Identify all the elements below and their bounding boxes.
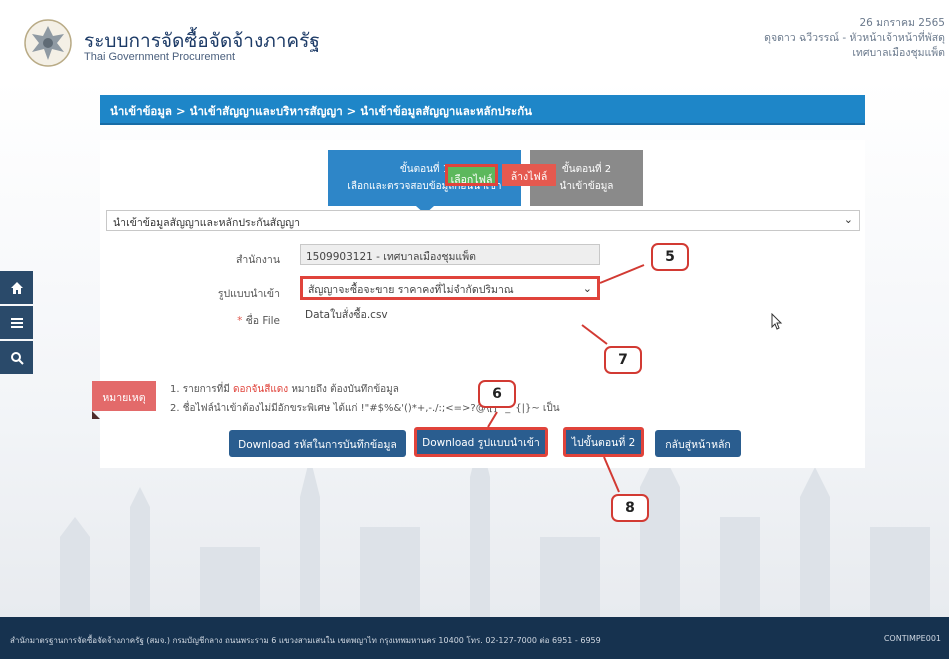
user-info: 26 มกราคม 2565 ดุจดาว ฉวีวรรณ์ - หัวหน้า…	[764, 16, 945, 61]
import-type-select[interactable]: นำเข้าข้อมูลสัญญาและหลักประกันสัญญา ⌄	[106, 210, 860, 231]
required-marker: *	[237, 315, 243, 327]
format-label: รูปแบบนำเข้า	[217, 288, 280, 300]
garuda-logo	[24, 19, 72, 67]
format-value: สัญญาจะซื้อจะขาย ราคาคงที่ไม่จำกัดปริมาณ	[308, 284, 514, 296]
footer: สำนักมาตรฐานการจัดซื้อจัดจ้างภาครัฐ (สมจ…	[0, 617, 949, 659]
file-name-value: Dataใบสั่งซื้อ.csv	[305, 309, 388, 321]
current-date: 26 มกราคม 2565	[859, 17, 945, 29]
callout-6: 6	[478, 380, 516, 408]
callout-8: 8	[611, 494, 649, 522]
note-line-1-red: ดอกจันสีแดง	[232, 384, 289, 395]
download-codes-button[interactable]: Download รหัสในการบันทึกข้อมูล	[229, 430, 406, 457]
download-template-button[interactable]: Download รูปแบบนำเข้า	[414, 427, 548, 457]
file-name-field[interactable]: Dataใบสั่งซื้อ.csv	[300, 303, 545, 327]
header: ระบบการจัดซื้อจัดจ้างภาครัฐ Thai Governm…	[0, 0, 949, 78]
breadcrumb: นำเข้าข้อมูล > นำเข้าสัญญาและบริหารสัญญา…	[100, 95, 865, 125]
note-line-1-suffix: หมายถึง ต้องบันทึกข้อมูล	[288, 384, 399, 395]
menu-nav-button[interactable]	[0, 306, 33, 339]
system-subtitle: Thai Government Procurement	[84, 51, 236, 63]
office-field: 1509903121 - เทศบาลเมืองชุมแพ็ต	[300, 244, 600, 265]
callout-7: 7	[604, 346, 642, 374]
search-icon	[10, 351, 24, 365]
file-label: ชื่อ File	[245, 315, 280, 327]
home-nav-button[interactable]	[0, 271, 33, 304]
office-value: 1509903121 - เทศบาลเมืองชุมแพ็ต	[306, 251, 476, 263]
file-label-wrap: * ชื่อ File	[170, 312, 280, 329]
page-code: CONTIMPE001	[883, 634, 941, 643]
user-name: ดุจดาว ฉวีวรรณ์ - หัวหน้าเจ้าหน้าที่พัสด…	[764, 32, 945, 44]
callout-5: 5	[651, 243, 689, 271]
format-select[interactable]: สัญญาจะซื้อจะขาย ราคาคงที่ไม่จำกัดปริมาณ…	[300, 276, 600, 300]
note-tail	[92, 411, 100, 419]
clear-file-button[interactable]: ล้างไฟล์	[502, 164, 556, 186]
chevron-down-icon: ⌄	[582, 282, 592, 295]
side-nav	[0, 271, 33, 376]
import-form-card: ขั้นตอนที่ 1 เลือกและตรวจสอบข้อมูลก่อนนำ…	[100, 140, 865, 468]
note-line-1-prefix: 1. รายการที่มี	[170, 384, 233, 395]
cursor-icon	[771, 313, 783, 330]
choose-file-button[interactable]: เลือกไฟล์	[445, 164, 498, 186]
footer-address: สำนักมาตรฐานการจัดซื้อจัดจ้างภาครัฐ (สมจ…	[10, 636, 601, 645]
search-nav-button[interactable]	[0, 341, 33, 374]
menu-icon	[10, 317, 23, 328]
next-step-button[interactable]: ไปขั้นตอนที่ 2	[563, 427, 644, 457]
note-label: หมายเหตุ	[92, 381, 156, 411]
back-home-button[interactable]: กลับสู่หน้าหลัก	[655, 430, 741, 457]
chevron-down-icon: ⌄	[843, 213, 853, 226]
import-type-value: นำเข้าข้อมูลสัญญาและหลักประกันสัญญา	[113, 217, 301, 229]
organization-name: เทศบาลเมืองชุมแพ็ต	[852, 47, 945, 59]
home-icon	[10, 281, 23, 294]
office-label: สำนักงาน	[235, 254, 280, 266]
